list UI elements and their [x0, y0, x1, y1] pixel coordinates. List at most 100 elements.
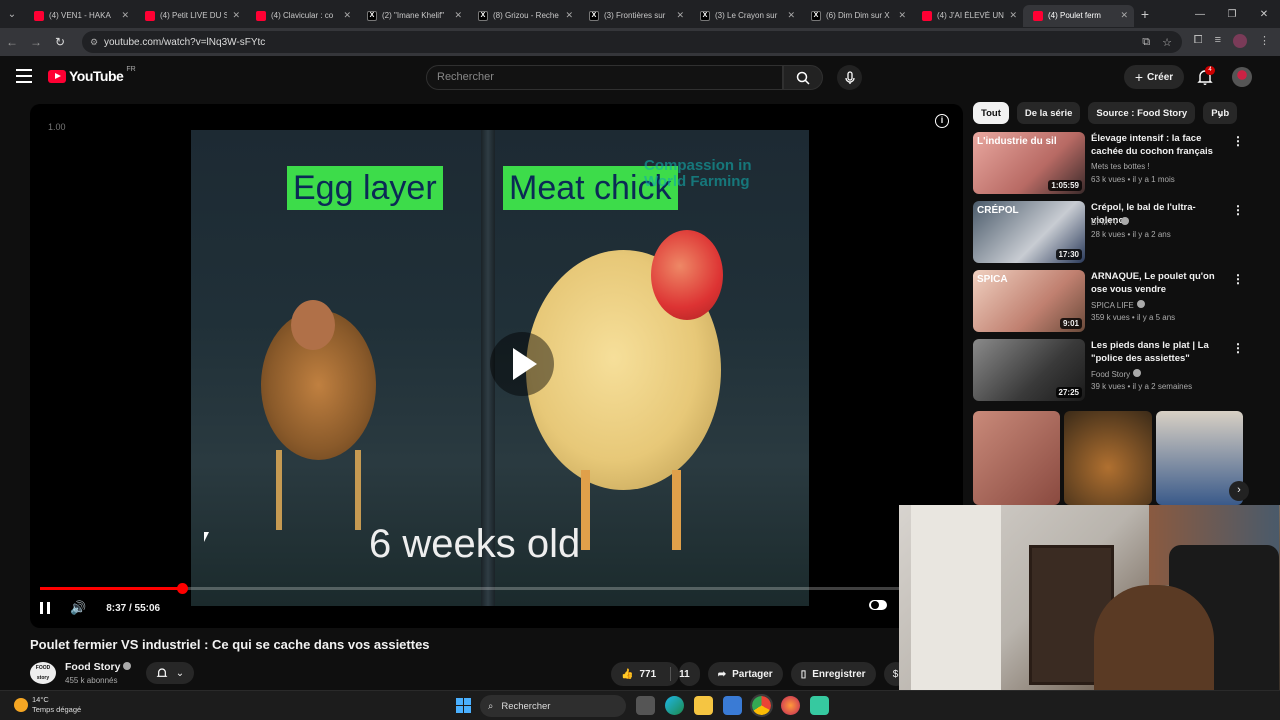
video-thumbnail[interactable]: SPICA 9:01: [973, 270, 1085, 332]
recommended-video[interactable]: SPICA 9:01 ARNAQUE, Le poulet qu'on ose vo…: [973, 270, 1244, 332]
autoplay-toggle[interactable]: [868, 600, 887, 610]
browser-tab[interactable]: (4) Clavicular : co ✕: [246, 5, 357, 27]
recommended-channel[interactable]: Food Story: [1091, 369, 1142, 379]
subscription-bell-button[interactable]: ⌄: [146, 662, 194, 684]
short-thumbnail[interactable]: [1064, 411, 1152, 505]
recommended-video[interactable]: 27:25 Les pieds dans le plat | La "police…: [973, 339, 1244, 401]
recommended-channel-name[interactable]: SPICA LIFE: [1091, 301, 1134, 310]
tab-close-icon[interactable]: ✕: [343, 10, 351, 21]
pause-icon[interactable]: [40, 602, 50, 614]
weather-widget[interactable]: 14°C Temps dégagé: [14, 695, 81, 715]
chrome-icon[interactable]: [750, 694, 773, 717]
tab-close-icon[interactable]: ✕: [787, 10, 795, 21]
save-button[interactable]: ▯ Enregistrer: [790, 662, 876, 686]
chips-next-icon[interactable]: ›: [1218, 108, 1222, 122]
video-player[interactable]: 1.00 Egg layer Meat chick Compassion in …: [30, 104, 963, 628]
minimize-icon[interactable]: —: [1184, 0, 1216, 28]
profile-icon[interactable]: [1233, 34, 1247, 48]
share-button[interactable]: ➦ Partager: [707, 662, 783, 686]
create-button[interactable]: + Créer: [1124, 65, 1184, 89]
hamburger-menu-icon[interactable]: [16, 69, 32, 83]
tab-close-icon[interactable]: ✕: [121, 10, 129, 21]
like-button[interactable]: 👍 771: [611, 662, 680, 686]
taskbar-search[interactable]: ⌕ Rechercher: [480, 695, 626, 717]
browser-tab[interactable]: X (3) Frontières sur ✕: [579, 5, 690, 27]
browser-tab[interactable]: X (6) Dim Dim sur X ✕: [801, 5, 912, 27]
back-icon[interactable]: ←: [0, 35, 24, 49]
recommended-channel[interactable]: Mets tes bottes !: [1091, 162, 1150, 171]
short-thumbnail[interactable]: [973, 411, 1061, 505]
bookmark-star-icon[interactable]: ☆: [1162, 36, 1172, 49]
media-icon[interactable]: ≡: [1215, 34, 1221, 48]
progress-scrubber[interactable]: [177, 583, 189, 594]
browser-tab[interactable]: X (3) Le Crayon sur ✕: [690, 5, 801, 27]
more-options-icon[interactable]: ⋮: [1232, 272, 1244, 286]
recommended-video[interactable]: CRÉPOL 17:30 Crépol, le bal de l'ultra-vio…: [973, 201, 1244, 263]
tab-close-icon[interactable]: ✕: [898, 10, 906, 21]
tab-close-icon[interactable]: ✕: [565, 10, 573, 21]
filter-chip[interactable]: Tout: [973, 102, 1009, 124]
info-icon[interactable]: i: [935, 114, 949, 128]
more-options-icon[interactable]: ⋮: [1232, 341, 1244, 355]
maximize-icon[interactable]: ❐: [1216, 0, 1248, 28]
browser-tab[interactable]: (4) VEN1 - HAKA ✕: [24, 5, 135, 27]
search-input[interactable]: Rechercher: [426, 65, 783, 90]
tab-close-icon[interactable]: ✕: [1120, 10, 1128, 21]
omnibox[interactable]: ⚙ youtube.com/watch?v=lNq3W-sFYtc ⧉ ☆: [82, 31, 1182, 53]
channel-name[interactable]: Food Story: [65, 661, 132, 673]
volume-icon[interactable]: 🔊: [70, 600, 86, 616]
search-button[interactable]: [783, 65, 823, 90]
channel-avatar[interactable]: FOOD story: [30, 662, 56, 684]
progress-bar[interactable]: [40, 583, 953, 594]
app-icon[interactable]: [810, 696, 829, 715]
extensions-icon[interactable]: ⧠: [1194, 34, 1203, 48]
firefox-icon[interactable]: [781, 696, 800, 715]
video-thumbnail[interactable]: CRÉPOL 17:30: [973, 201, 1085, 263]
url-text[interactable]: youtube.com/watch?v=lNq3W-sFYtc: [104, 37, 265, 48]
browser-tab[interactable]: X (8) Grizou - Reche ✕: [468, 5, 579, 27]
video-thumbnail[interactable]: 27:25: [973, 339, 1085, 401]
edge-icon[interactable]: [665, 696, 684, 715]
menu-icon[interactable]: ⋮: [1259, 34, 1270, 48]
youtube-logo[interactable]: YouTube FR: [48, 66, 136, 84]
recommended-title[interactable]: Les pieds dans le plat | La "police des …: [1091, 339, 1231, 365]
recommended-title[interactable]: Élevage intensif : la face cachée du coc…: [1091, 132, 1231, 158]
video-thumbnail[interactable]: L'industrie du sil 1:05:59: [973, 132, 1085, 194]
reload-icon[interactable]: ↻: [48, 35, 72, 49]
task-view-icon[interactable]: [636, 696, 655, 715]
store-icon[interactable]: [723, 696, 742, 715]
filter-chip[interactable]: Source : Food Story: [1088, 102, 1196, 124]
browser-tab[interactable]: (4) Poulet ferm ✕: [1023, 4, 1134, 27]
recommended-channel-name[interactable]: Mets tes bottes !: [1091, 162, 1150, 171]
tab-close-icon[interactable]: ✕: [454, 10, 462, 21]
voice-search-button[interactable]: [837, 65, 862, 90]
recommended-video[interactable]: L'industrie du sil 1:05:59 Élevage intensi…: [973, 132, 1244, 194]
recommended-channel-name[interactable]: Food Story: [1091, 370, 1130, 379]
browser-tab[interactable]: X (2) "Imane Khelif" ✕: [357, 5, 468, 27]
more-options-icon[interactable]: ⋮: [1232, 134, 1244, 148]
file-explorer-icon[interactable]: [694, 696, 713, 715]
forward-icon[interactable]: →: [24, 35, 48, 49]
tab-close-icon[interactable]: ✕: [1009, 10, 1017, 21]
browser-tab[interactable]: (4) J'AI ÉLEVÉ UN ✕: [912, 5, 1023, 27]
new-tab-button[interactable]: +: [1134, 6, 1156, 22]
tab-close-icon[interactable]: ✕: [232, 10, 240, 21]
start-button-icon[interactable]: [456, 698, 471, 713]
big-play-button[interactable]: [490, 332, 554, 396]
recommended-channel-name[interactable]: BFMTV: [1091, 218, 1118, 227]
channel-name-text[interactable]: Food Story: [65, 661, 120, 673]
recommended-title[interactable]: ARNAQUE, Le poulet qu'on ose vous vendre: [1091, 270, 1231, 296]
dislike-button[interactable]: 11: [679, 662, 700, 686]
filter-chip[interactable]: De la série: [1016, 102, 1081, 124]
close-window-icon[interactable]: ✕: [1248, 0, 1280, 28]
recommended-channel[interactable]: BFMTV: [1091, 217, 1130, 227]
site-info-icon[interactable]: ⚙: [90, 37, 104, 48]
shorts-next-icon[interactable]: ›: [1229, 481, 1249, 501]
browser-tab[interactable]: (4) Petit LIVE DU S ✕: [135, 5, 246, 27]
install-icon[interactable]: ⧉: [1142, 36, 1150, 49]
tab-close-icon[interactable]: ✕: [676, 10, 684, 21]
account-avatar[interactable]: [1232, 67, 1252, 87]
tab-search-icon[interactable]: ⌄: [0, 0, 24, 28]
more-options-icon[interactable]: ⋮: [1232, 203, 1244, 217]
recommended-channel[interactable]: SPICA LIFE: [1091, 300, 1145, 310]
